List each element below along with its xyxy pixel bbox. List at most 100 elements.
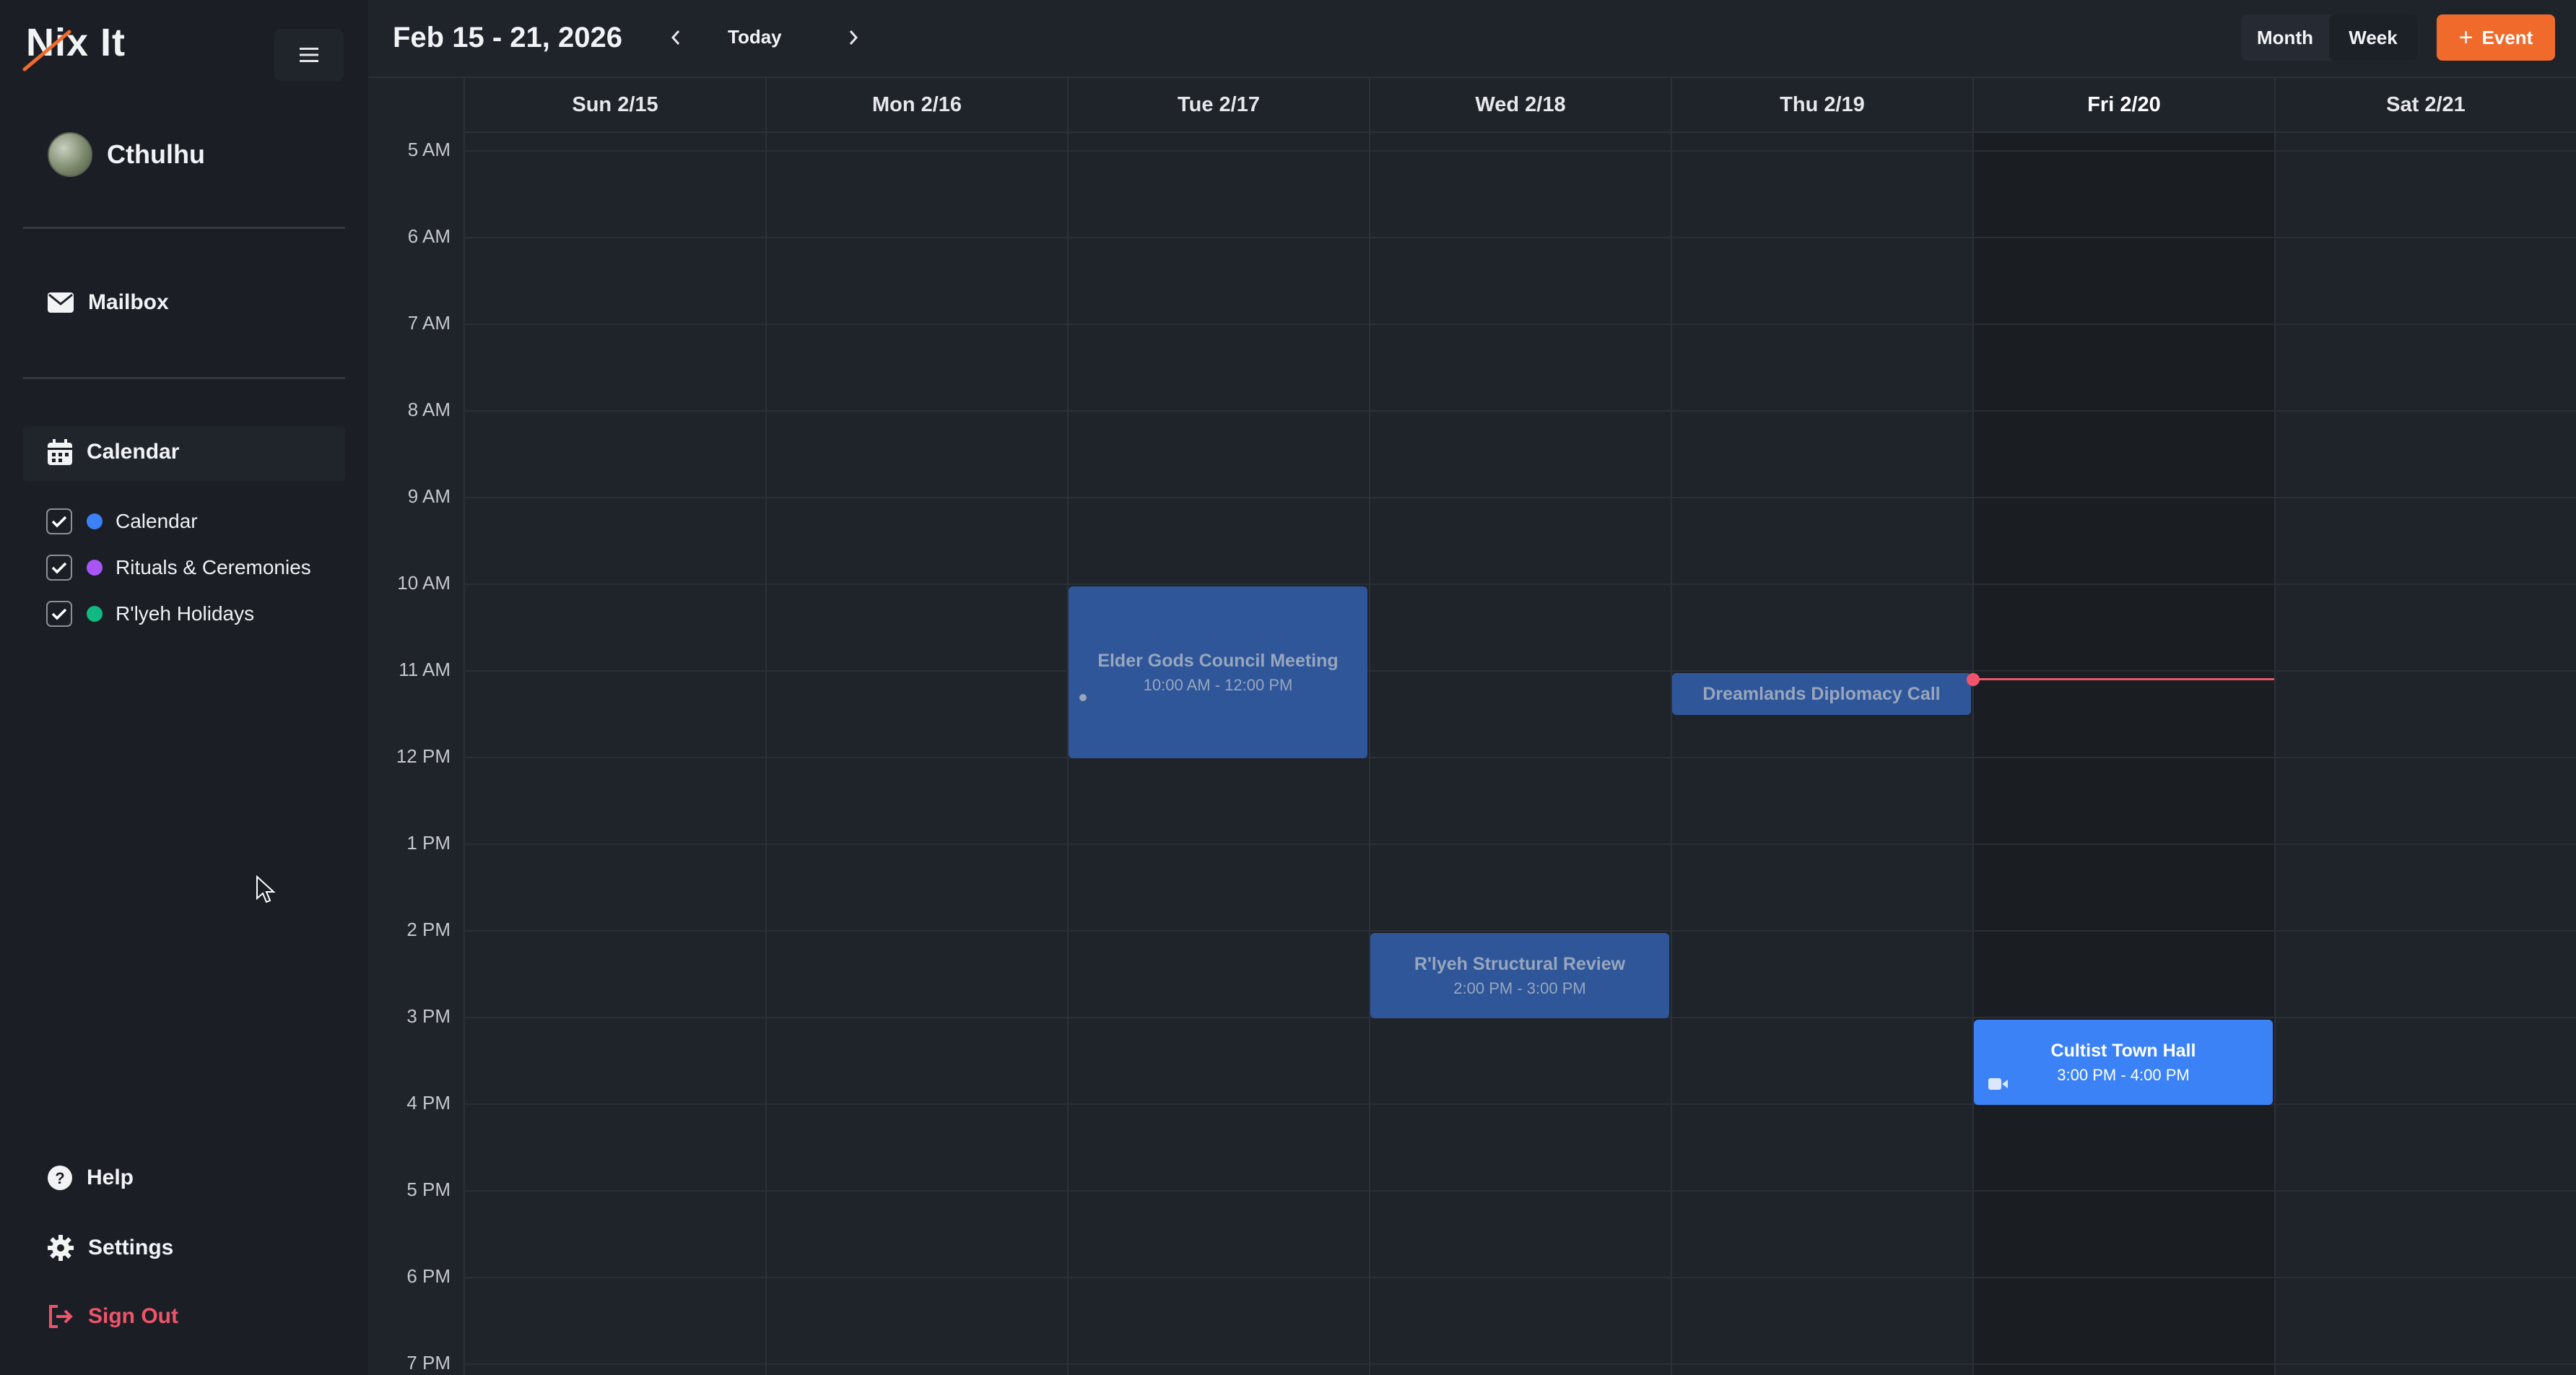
sidebar: Nix It Cthulhu Mailbox Calendar Calendar… <box>0 0 368 1375</box>
plus-icon: + <box>2458 23 2473 51</box>
date-range-title: Feb 15 - 21, 2026 <box>393 22 622 53</box>
mouse-cursor-icon <box>256 875 276 903</box>
calendar-name: R'lyeh Holidays <box>116 602 255 625</box>
hour-line <box>464 237 2576 238</box>
hour-line <box>464 324 2576 325</box>
day-header: Thu 2/19 <box>1671 78 1972 131</box>
calendar-toggle-holidays[interactable]: R'lyeh Holidays <box>46 591 311 637</box>
today-button[interactable]: Today <box>728 26 782 48</box>
sign-out-icon <box>49 1305 73 1328</box>
calendar-toggle-rituals[interactable]: Rituals & Ceremonies <box>46 545 311 591</box>
help-icon: ? <box>48 1166 72 1190</box>
event-cultist-town-hall[interactable]: Cultist Town Hall 3:00 PM - 4:00 PM <box>1974 1020 2273 1105</box>
day-column[interactable] <box>1671 133 1972 1375</box>
divider <box>23 227 345 229</box>
current-time-line <box>1972 678 2274 680</box>
hamburger-icon <box>300 48 318 62</box>
day-header: Sat 2/21 <box>2274 78 2576 131</box>
hour-line <box>464 930 2576 932</box>
hour-label: 4 PM <box>406 1092 451 1114</box>
hour-label: 9 AM <box>407 485 451 507</box>
event-elder-gods-council[interactable]: Elder Gods Council Meeting 10:00 AM - 12… <box>1069 586 1367 758</box>
event-rlyeh-structural-review[interactable]: R'lyeh Structural Review 2:00 PM - 3:00 … <box>1370 933 1669 1018</box>
hour-label: 8 AM <box>407 399 451 420</box>
next-week-button[interactable] <box>836 20 871 55</box>
nav-help[interactable]: ? Help <box>48 1166 134 1190</box>
checkbox[interactable] <box>46 508 72 534</box>
checkbox[interactable] <box>46 601 72 627</box>
week-grid: Sun 2/15 Mon 2/16 Tue 2/17 Wed 2/18 Thu … <box>368 78 2576 1375</box>
check-icon <box>51 516 67 528</box>
checkbox[interactable] <box>46 555 72 581</box>
day-header-today: Fri 2/20 <box>1972 78 2274 131</box>
color-dot <box>87 560 103 576</box>
day-column[interactable] <box>464 133 765 1375</box>
calendar-list: Calendar Rituals & Ceremonies R'lyeh Hol… <box>46 498 311 637</box>
divider <box>23 377 345 379</box>
day-column[interactable] <box>1369 133 1671 1375</box>
hour-label: 5 AM <box>407 139 451 160</box>
event-title: Dreamlands Diplomacy Call <box>1702 683 1941 704</box>
calendar-icon <box>48 439 72 465</box>
event-time: 2:00 PM - 3:00 PM <box>1453 979 1586 997</box>
hour-line <box>464 150 2576 152</box>
event-title: R'lyeh Structural Review <box>1414 953 1626 974</box>
menu-toggle-button[interactable] <box>274 29 344 81</box>
svg-text:?: ? <box>55 1169 64 1187</box>
calendar-header: Feb 15 - 21, 2026 Today Month Week + Eve… <box>368 0 2576 78</box>
day-header: Mon 2/16 <box>765 78 1067 131</box>
day-headers: Sun 2/15 Mon 2/16 Tue 2/17 Wed 2/18 Thu … <box>464 78 2576 133</box>
day-header: Sun 2/15 <box>464 78 765 131</box>
hour-line <box>464 670 2576 672</box>
user-profile[interactable]: Cthulhu <box>48 129 205 181</box>
calendar-name: Rituals & Ceremonies <box>116 556 311 578</box>
event-title: Elder Gods Council Meeting <box>1097 650 1339 671</box>
hour-line <box>464 1190 2576 1192</box>
mailbox-label: Mailbox <box>88 290 169 314</box>
event-dreamlands-call[interactable]: Dreamlands Diplomacy Call <box>1672 673 1971 715</box>
nav-sign-out[interactable]: Sign Out <box>48 1304 178 1329</box>
day-column-today[interactable] <box>1972 133 2274 1375</box>
hour-line <box>464 497 2576 498</box>
hour-label: 7 AM <box>407 312 451 334</box>
hour-label: 11 AM <box>399 659 451 680</box>
app-logo[interactable]: Nix It <box>22 20 126 78</box>
hour-line <box>464 757 2576 758</box>
calendar-name: Calendar <box>116 510 198 532</box>
sign-out-label: Sign Out <box>88 1304 178 1328</box>
event-title: Cultist Town Hall <box>2050 1040 2196 1061</box>
hour-label: 1 PM <box>406 832 451 854</box>
hour-label: 6 AM <box>407 225 451 247</box>
day-header: Tue 2/17 <box>1067 78 1369 131</box>
day-column[interactable] <box>2274 133 2576 1375</box>
hour-label: 6 PM <box>406 1265 451 1287</box>
hour-label: 12 PM <box>396 745 451 767</box>
chevron-left-icon <box>671 30 680 45</box>
check-icon <box>51 562 67 574</box>
hour-line <box>464 843 2576 845</box>
event-time: 10:00 AM - 12:00 PM <box>1143 675 1293 694</box>
hour-line <box>464 410 2576 412</box>
nav-settings[interactable]: Settings <box>48 1235 173 1261</box>
chevron-right-icon <box>849 30 858 45</box>
day-header: Wed 2/18 <box>1369 78 1671 131</box>
day-column[interactable] <box>765 133 1067 1375</box>
user-name: Cthulhu <box>107 139 205 169</box>
calendar-toggle-calendar[interactable]: Calendar <box>46 498 311 545</box>
gear-icon <box>48 1235 74 1261</box>
add-event-button[interactable]: + Event <box>2437 14 2555 61</box>
hour-line <box>464 584 2576 585</box>
nav-calendar[interactable]: Calendar <box>48 439 179 465</box>
hour-label: 5 PM <box>406 1179 451 1200</box>
week-view-button[interactable]: Week <box>2329 14 2417 61</box>
prev-week-button[interactable] <box>658 20 693 55</box>
hour-label: 2 PM <box>406 919 451 940</box>
hour-line <box>464 1277 2576 1278</box>
mail-icon <box>48 292 74 313</box>
current-time-dot <box>1967 673 1980 686</box>
calendar-label: Calendar <box>87 440 180 464</box>
hour-line <box>464 1363 2576 1365</box>
color-dot <box>87 513 103 529</box>
month-view-button[interactable]: Month <box>2241 14 2329 61</box>
nav-mailbox[interactable]: Mailbox <box>48 290 169 315</box>
